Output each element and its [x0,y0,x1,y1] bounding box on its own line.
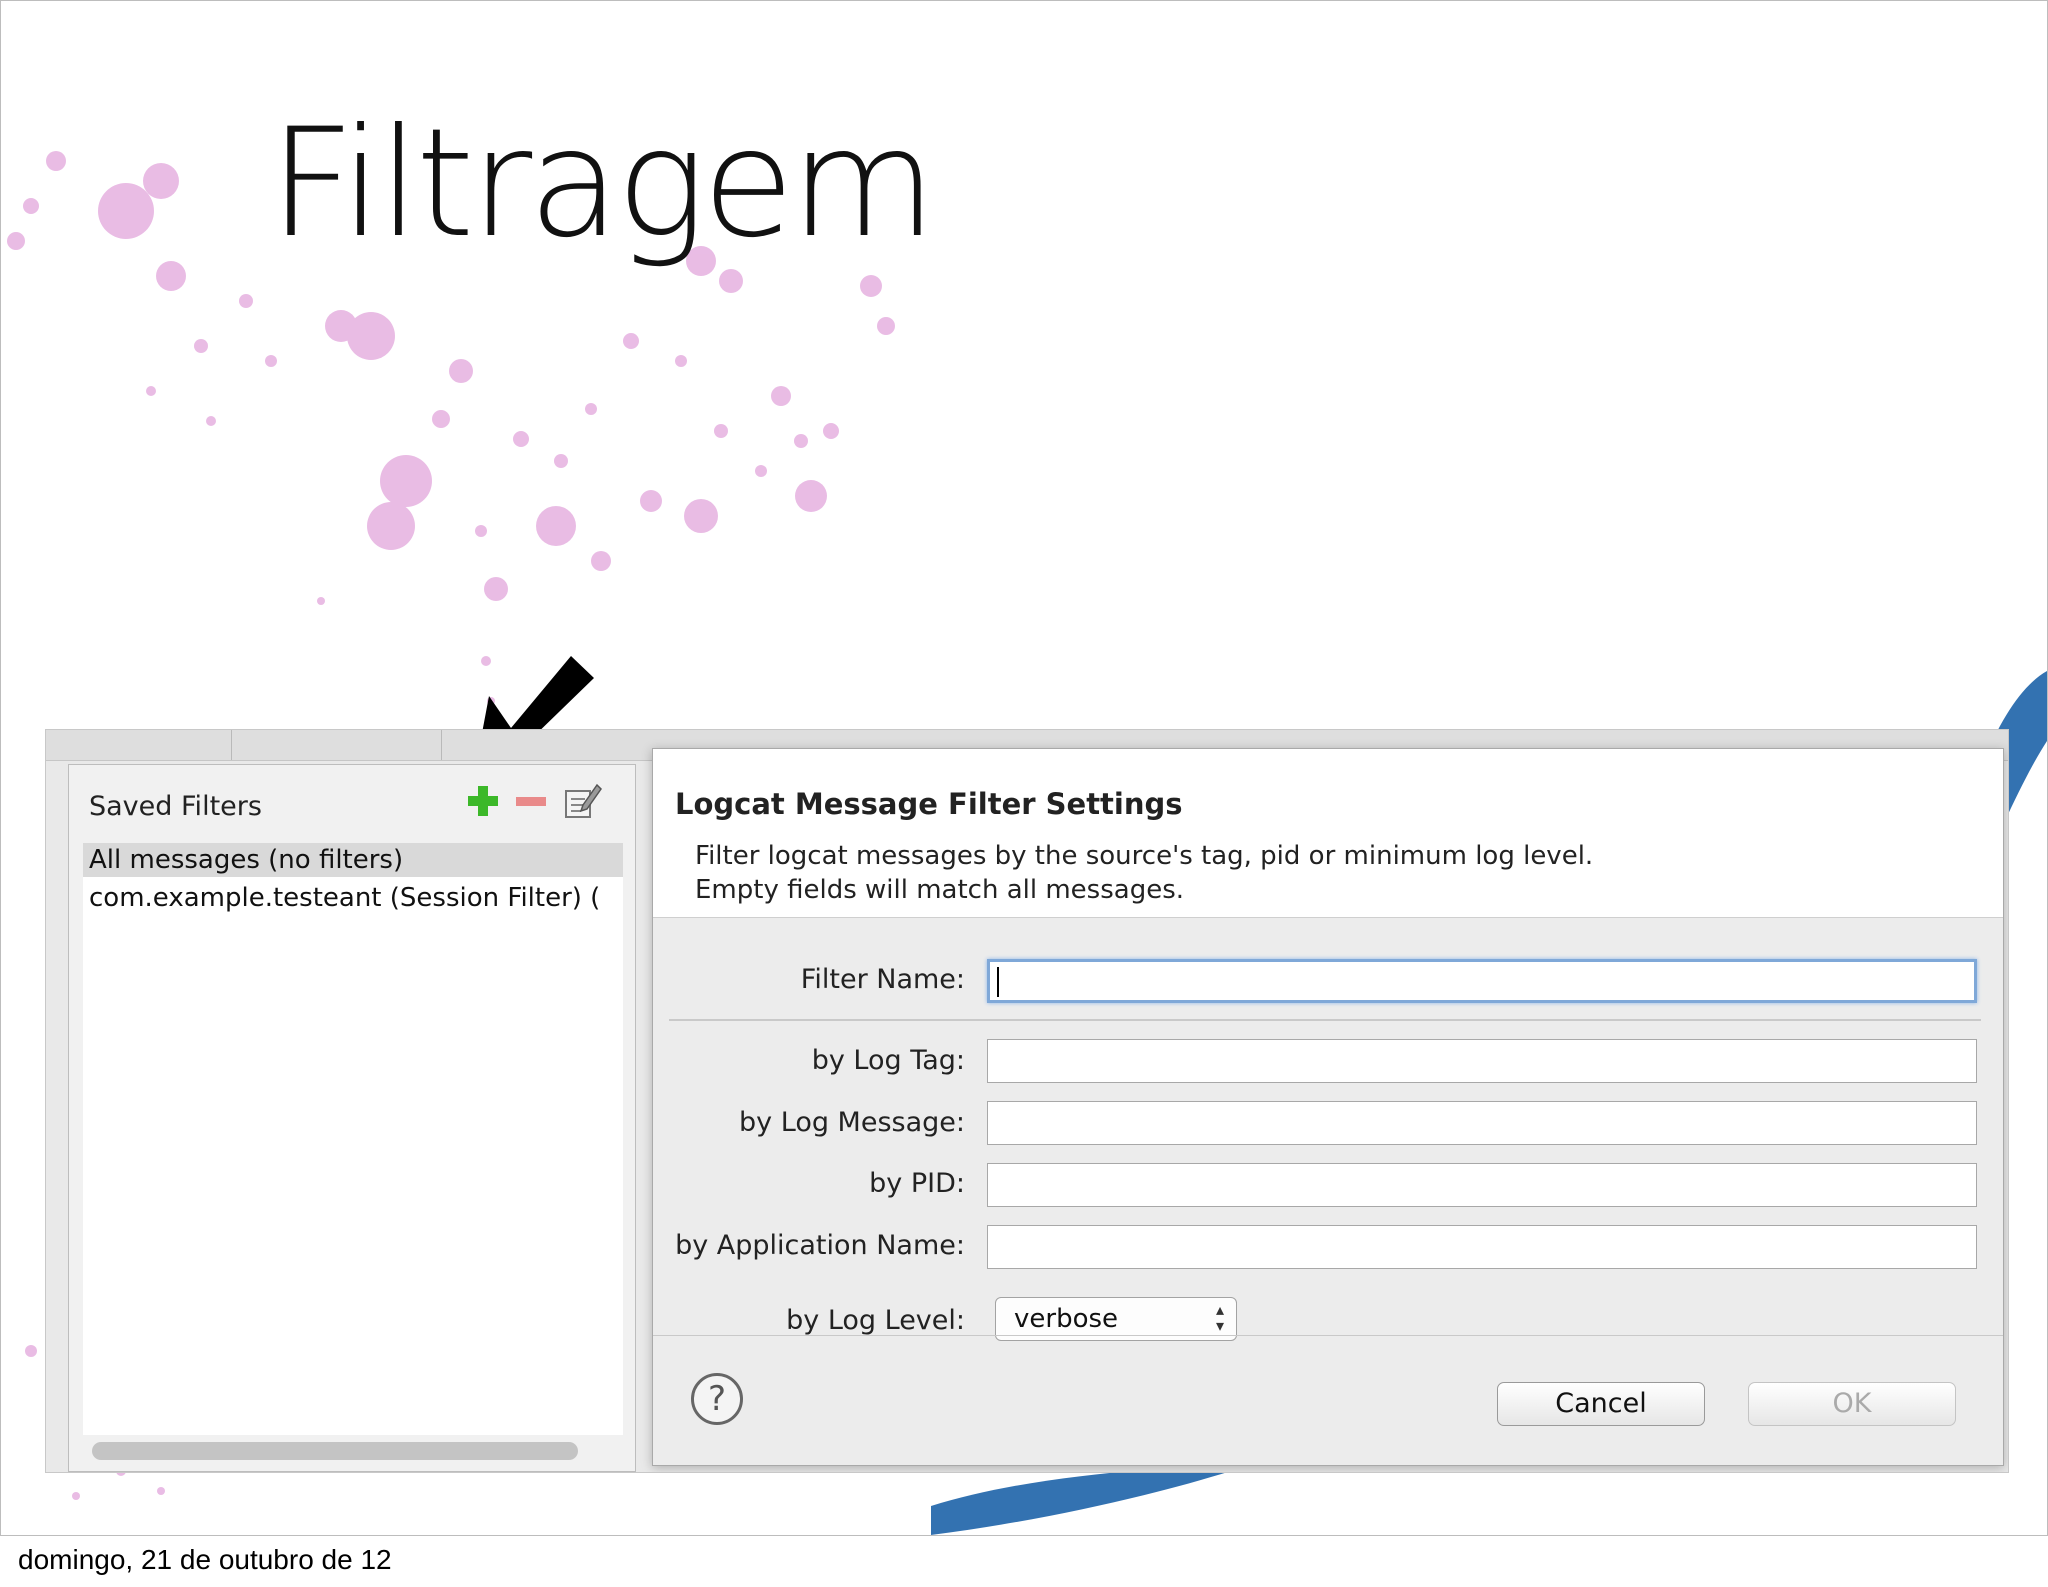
remove-filter-icon [516,797,546,806]
filter-name-label: Filter Name: [800,964,965,995]
log-level-label: by Log Level: [786,1305,965,1336]
pid-label: by PID: [869,1168,965,1199]
pid-input[interactable] [987,1163,1977,1207]
log-tag-label: by Log Tag: [811,1045,965,1076]
filter-name-input[interactable] [987,959,1977,1003]
updown-arrows-icon: ▴ ▾ [1215,1300,1224,1335]
application-name-label: by Application Name: [675,1230,965,1261]
logcat-screenshot: Saved Filters All messages (no filters) … [45,729,2009,1473]
field-separator [669,1019,1981,1021]
horizontal-scrollbar[interactable] [92,1442,578,1460]
filter-item-session-filter[interactable]: com.example.testeant (Session Filter) ( [83,881,623,915]
add-filter-icon [468,786,498,816]
dialog-description-line2: Empty fields will match all messages. [695,875,1185,905]
edit-filter-button[interactable] [563,781,603,821]
tab-divider [441,730,442,760]
text-caret [997,967,999,997]
remove-filter-button[interactable] [511,781,551,821]
dialog-description-line1: Filter logcat messages by the source's t… [695,841,1594,871]
tab-divider [231,730,232,760]
saved-filters-title: Saved Filters [89,791,262,822]
help-icon: ? [707,1379,727,1419]
slide-footer-date: domingo, 21 de outubro de 12 [18,1544,392,1575]
saved-filters-panel: Saved Filters All messages (no filters) … [68,764,636,1472]
ok-button[interactable]: OK [1748,1382,1956,1426]
slide-title: Filtragem [269,97,937,271]
application-name-input[interactable] [987,1225,1977,1269]
log-level-value: verbose [1014,1304,1119,1334]
cancel-button[interactable]: Cancel [1497,1382,1705,1426]
dialog-header: Logcat Message Filter Settings Filter lo… [653,749,2003,918]
help-button[interactable]: ? [691,1373,743,1425]
dialog-title: Logcat Message Filter Settings [675,787,1183,821]
add-filter-button[interactable] [463,781,503,821]
logcat-filter-dialog: Logcat Message Filter Settings Filter lo… [652,748,2004,1466]
filter-item-all-messages[interactable]: All messages (no filters) [83,843,623,877]
log-tag-input[interactable] [987,1039,1977,1083]
dialog-footer-separator [653,1335,2003,1336]
edit-filter-icon [565,783,602,818]
saved-filters-list: All messages (no filters) com.example.te… [83,843,623,1435]
slide: Filtragem Saved Filters All messages (no… [0,0,2048,1536]
log-message-label: by Log Message: [739,1107,965,1138]
log-message-input[interactable] [987,1101,1977,1145]
